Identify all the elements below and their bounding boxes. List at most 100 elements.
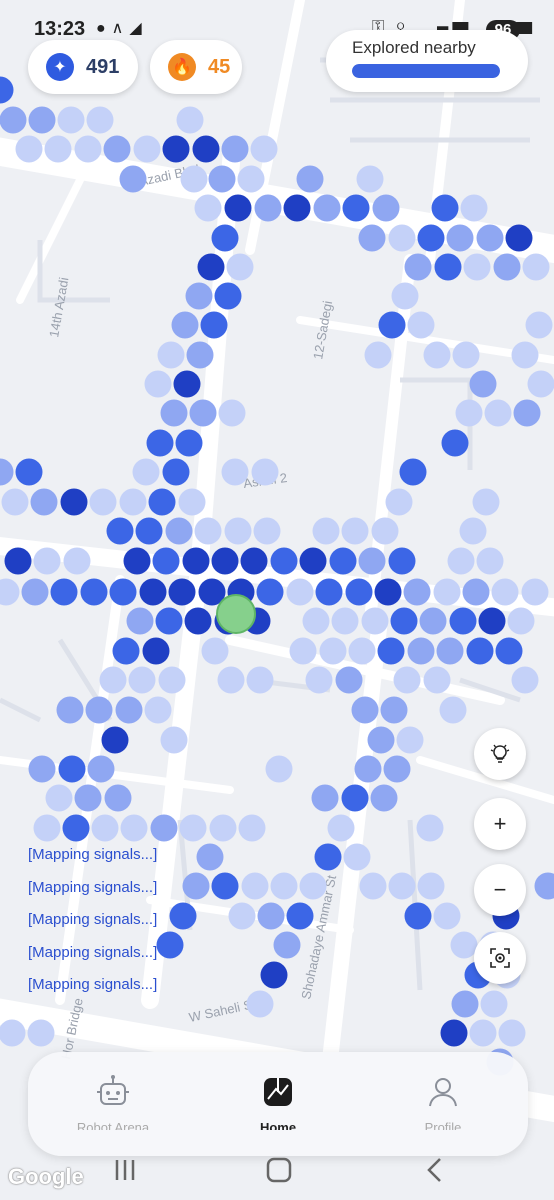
signal-dot [246, 990, 274, 1018]
signal-dot [246, 666, 274, 694]
signal-dot [57, 106, 85, 134]
recenter-button[interactable] [474, 932, 526, 984]
signal-dot [358, 547, 386, 575]
signal-dot [33, 814, 61, 842]
signal-dot [315, 578, 343, 606]
signal-dot [62, 814, 90, 842]
log-line: [Mapping signals...] [28, 878, 158, 896]
nav-label: Profile [424, 1120, 462, 1130]
signal-dot [511, 341, 539, 369]
signal-dot [175, 429, 203, 457]
signal-dot [160, 399, 188, 427]
signal-dot [119, 488, 147, 516]
signal-dot [21, 578, 49, 606]
signal-dot [416, 814, 444, 842]
signal-dot [354, 755, 382, 783]
signal-dot [106, 517, 134, 545]
signal-dot [388, 224, 416, 252]
signal-dot [446, 224, 474, 252]
signal-dot [184, 607, 212, 635]
signal-dot [495, 637, 523, 665]
recent-apps-button[interactable] [112, 1158, 138, 1182]
signal-dot [447, 547, 475, 575]
signal-dot [157, 341, 185, 369]
signal-dot [356, 165, 384, 193]
signal-dot [178, 488, 206, 516]
signal-dot [305, 666, 333, 694]
signal-dot [469, 1019, 497, 1047]
signal-dot [169, 902, 197, 930]
signal-dot [168, 578, 196, 606]
signal-dot [115, 696, 143, 724]
signal-dot [173, 370, 201, 398]
zoom-out-button[interactable]: − [474, 864, 526, 916]
signal-dot [319, 637, 347, 665]
notification-icons: ●∧◢ [96, 20, 148, 37]
zoom-in-button[interactable]: + [474, 798, 526, 850]
signal-dot [383, 755, 411, 783]
signal-dot [527, 370, 554, 398]
signal-dot [327, 814, 355, 842]
signal-dot [60, 488, 88, 516]
signal-dot [314, 843, 342, 871]
signal-dot [146, 429, 174, 457]
signal-dot [396, 726, 424, 754]
log-line: [Mapping signals...] [28, 976, 158, 993]
signal-dot [399, 458, 427, 486]
signal-dot [265, 755, 293, 783]
signal-dot [158, 666, 186, 694]
signal-dot [86, 106, 114, 134]
signal-dot [155, 607, 183, 635]
recenter-icon [490, 948, 510, 968]
home-button[interactable] [266, 1157, 292, 1183]
signal-dot [132, 458, 160, 486]
signal-dot [4, 547, 32, 575]
map-view[interactable]: Azadi Blvd 14th Azadi 12-Sadegi Asrafi 2… [0, 0, 554, 1200]
signal-dot [224, 517, 252, 545]
signal-dot [226, 253, 254, 281]
signal-dot [341, 784, 369, 812]
signal-dot [194, 194, 222, 222]
signal-dot [377, 637, 405, 665]
signal-dot [431, 194, 459, 222]
system-navigation-bar [112, 1157, 441, 1183]
signal-dot [455, 399, 483, 427]
signal-dot [391, 282, 419, 310]
signal-dot [200, 311, 228, 339]
signal-dot [50, 578, 78, 606]
signal-dot [478, 607, 506, 635]
streak-chip[interactable]: 🔥 45 [150, 40, 242, 94]
signal-dot [240, 547, 268, 575]
signal-dot [27, 1019, 55, 1047]
signal-dot [283, 194, 311, 222]
signal-dot [218, 399, 246, 427]
signal-dot [345, 578, 373, 606]
tips-button[interactable] [474, 728, 526, 780]
signal-dot [270, 547, 298, 575]
signal-dot [313, 194, 341, 222]
signal-dot [371, 517, 399, 545]
signal-dot [335, 666, 363, 694]
back-button[interactable] [427, 1158, 441, 1182]
signal-dot [211, 872, 239, 900]
signal-dot [260, 961, 288, 989]
signal-dot [312, 517, 340, 545]
explored-nearby-card[interactable]: Explored nearby [326, 30, 528, 92]
signal-dot [142, 637, 170, 665]
signal-dot [329, 547, 357, 575]
score-value: 491 [86, 55, 120, 78]
signal-dot [460, 194, 488, 222]
signal-dot [452, 341, 480, 369]
status-time: 13:23 [34, 18, 86, 40]
log-line: [Mapping signals...] [28, 911, 158, 928]
score-chip[interactable]: ✦ 491 [28, 40, 138, 94]
signal-dot [74, 784, 102, 812]
user-location-marker[interactable] [216, 594, 256, 634]
signal-dot [433, 578, 461, 606]
signal-dot [237, 165, 265, 193]
signal-dot [256, 578, 284, 606]
signal-dot [436, 637, 464, 665]
signal-dot [85, 696, 113, 724]
plus-icon: + [493, 811, 507, 836]
signal-dot [28, 106, 56, 134]
